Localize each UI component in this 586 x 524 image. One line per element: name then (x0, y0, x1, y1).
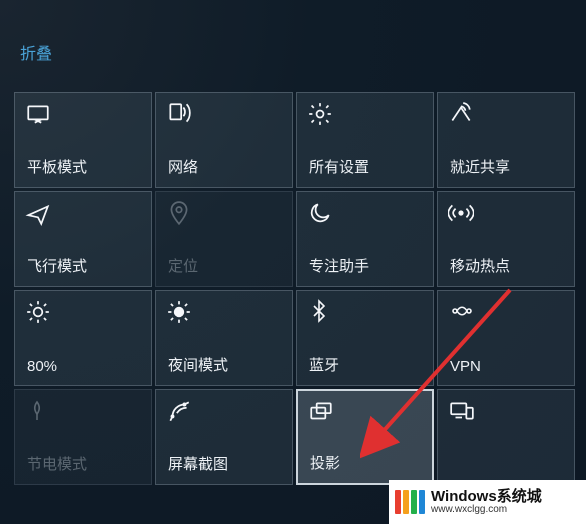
tile-brightness[interactable]: 80% (14, 290, 152, 386)
watermark: Windows系统城 www.wxclgg.com (389, 480, 586, 524)
project-icon (308, 399, 336, 427)
bluetooth-icon (307, 299, 335, 327)
tile-label: 夜间模式 (168, 354, 228, 375)
tile-label: 节电模式 (27, 453, 87, 474)
tile-near-share[interactable]: 就近共享 (437, 92, 575, 188)
near-share-icon (448, 101, 476, 129)
location-icon (166, 200, 194, 228)
tile-label: 就近共享 (450, 156, 510, 177)
watermark-sub: www.wxclgg.com (431, 505, 542, 516)
network-icon (166, 101, 194, 129)
watermark-title: Windows系统城 (431, 489, 542, 505)
tile-label: 屏幕截图 (168, 453, 228, 474)
tile-location[interactable]: 定位 (155, 191, 293, 287)
brightness-icon (25, 299, 53, 327)
night-light-icon (166, 299, 194, 327)
tile-label: 专注助手 (309, 255, 369, 276)
airplane-icon (25, 200, 53, 228)
tile-all-settings[interactable]: 所有设置 (296, 92, 434, 188)
tile-hotspot[interactable]: 移动热点 (437, 191, 575, 287)
tile-label: VPN (450, 358, 481, 375)
tile-label: 平板模式 (27, 156, 87, 177)
gear-icon (307, 101, 335, 129)
tile-airplane-mode[interactable]: 飞行模式 (14, 191, 152, 287)
quick-actions-grid: 平板模式 网络 所有设置 就近共享 (14, 92, 575, 485)
tile-night-light[interactable]: 夜间模式 (155, 290, 293, 386)
hotspot-icon (448, 200, 476, 228)
watermark-logo (395, 490, 425, 514)
battery-saver-icon (25, 398, 53, 426)
tile-label: 定位 (168, 255, 198, 276)
tile-bluetooth[interactable]: 蓝牙 (296, 290, 434, 386)
tile-project[interactable]: 投影 (296, 389, 434, 485)
moon-icon (307, 200, 335, 228)
tile-vpn[interactable]: VPN (437, 290, 575, 386)
collapse-link[interactable]: 折叠 (20, 40, 52, 64)
tile-label: 蓝牙 (309, 354, 339, 375)
tile-label: 所有设置 (309, 156, 369, 177)
tablet-mode-icon (25, 101, 53, 129)
vpn-icon (448, 299, 476, 327)
watermark-text: Windows系统城 www.wxclgg.com (431, 489, 542, 515)
tile-label: 移动热点 (450, 255, 510, 276)
tile-label: 网络 (168, 156, 198, 177)
screenshot-icon (166, 398, 194, 426)
tile-focus-assist[interactable]: 专注助手 (296, 191, 434, 287)
tile-tablet-mode[interactable]: 平板模式 (14, 92, 152, 188)
connect-icon (448, 398, 476, 426)
tile-connect[interactable] (437, 389, 575, 485)
tile-label: 80% (27, 358, 57, 375)
tile-screenshot[interactable]: 屏幕截图 (155, 389, 293, 485)
tile-label: 投影 (310, 452, 340, 473)
tile-battery-saver[interactable]: 节电模式 (14, 389, 152, 485)
tile-network[interactable]: 网络 (155, 92, 293, 188)
tile-label: 飞行模式 (27, 255, 87, 276)
